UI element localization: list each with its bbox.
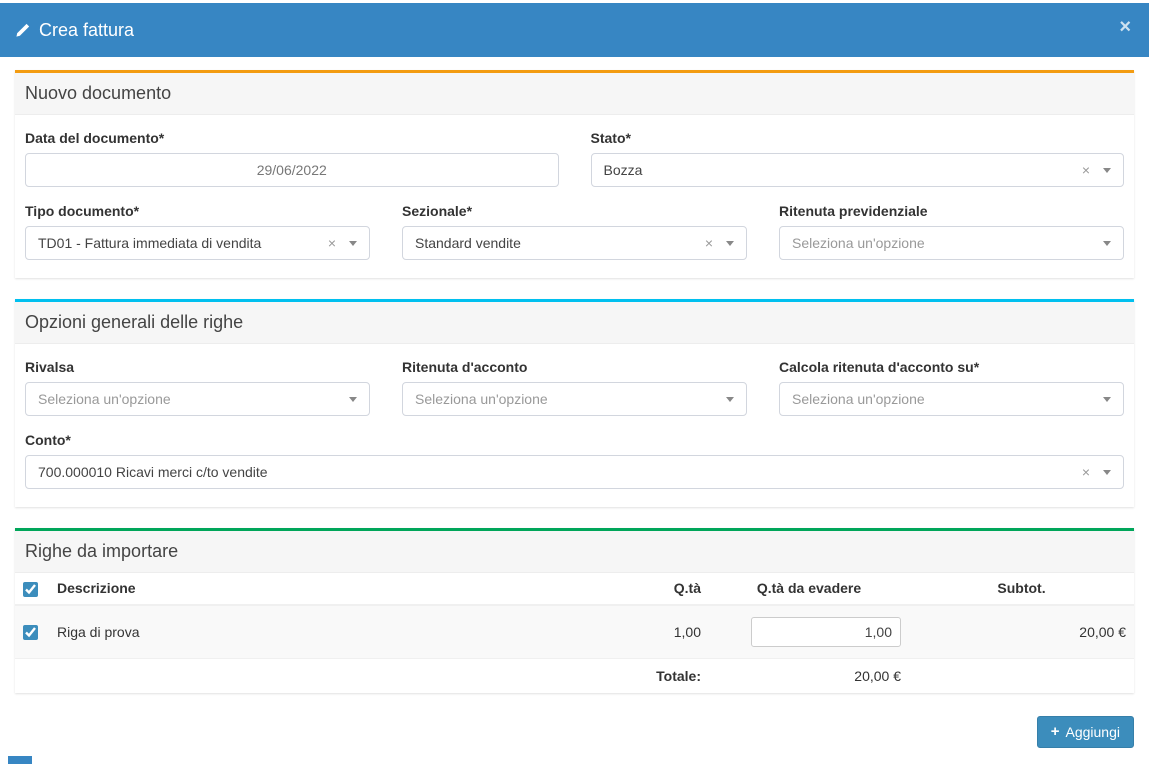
cell-qta: 1,00: [619, 605, 709, 659]
ritenuta-previdenziale-placeholder: Seleziona un'opzione: [792, 235, 1103, 251]
data-documento-input[interactable]: [25, 153, 559, 187]
conto-label: Conto*: [25, 432, 1124, 448]
chevron-down-icon: [726, 397, 734, 402]
tipo-documento-select-value: TD01 - Fattura immediata di vendita: [38, 235, 320, 251]
modal-title-text: Crea fattura: [39, 20, 134, 41]
rivalsa-select[interactable]: Seleziona un'opzione: [25, 382, 370, 416]
aggiungi-button-label: Aggiungi: [1066, 724, 1121, 740]
rivalsa-placeholder: Seleziona un'opzione: [38, 391, 349, 407]
chevron-down-icon: [1103, 470, 1111, 475]
ritenuta-acconto-select[interactable]: Seleziona un'opzione: [402, 382, 747, 416]
row-checkbox[interactable]: [23, 625, 38, 640]
pencil-icon: [15, 23, 30, 38]
section-nuovo-documento: Nuovo documento Data del documento* Stat…: [15, 70, 1134, 278]
stato-select[interactable]: Bozza ×: [591, 153, 1125, 187]
rivalsa-label: Rivalsa: [25, 359, 370, 375]
modal-title: Crea fattura: [15, 20, 134, 41]
field-tipo-documento: Tipo documento* TD01 - Fattura immediata…: [25, 203, 370, 260]
tipo-documento-label: Tipo documento*: [25, 203, 370, 219]
chevron-down-icon: [349, 241, 357, 246]
modal-actions: + Aggiungi: [0, 714, 1149, 763]
ritenuta-previdenziale-select[interactable]: Seleziona un'opzione: [779, 226, 1124, 260]
ritenuta-acconto-placeholder: Seleziona un'opzione: [415, 391, 726, 407]
righe-table: Descrizione Q.tà Q.tà da evadere Subtot.…: [15, 573, 1134, 693]
section-opzioni-generali: Opzioni generali delle righe Rivalsa Sel…: [15, 299, 1134, 507]
modal-header: Crea fattura ×: [0, 3, 1149, 57]
qta-da-evadere-input[interactable]: [751, 617, 901, 647]
totale-label: Totale:: [15, 658, 709, 693]
field-data-documento: Data del documento*: [25, 130, 559, 187]
section-body: Rivalsa Seleziona un'opzione Ritenuta d'…: [15, 344, 1134, 507]
background-page-artifact: [8, 756, 32, 764]
modal-body: Nuovo documento Data del documento* Stat…: [0, 57, 1149, 693]
clear-icon[interactable]: ×: [328, 236, 336, 250]
field-ritenuta-acconto: Ritenuta d'acconto Seleziona un'opzione: [402, 359, 747, 416]
table-footer-row: Totale: 20,00 €: [15, 658, 1134, 693]
field-sezionale: Sezionale* Standard vendite ×: [402, 203, 747, 260]
sezionale-label: Sezionale*: [402, 203, 747, 219]
section-body: Data del documento* Stato* Bozza × Tipo …: [15, 115, 1134, 278]
calcola-ritenuta-label: Calcola ritenuta d'acconto su*: [779, 359, 1124, 375]
field-stato: Stato* Bozza ×: [591, 130, 1125, 187]
section-title: Opzioni generali delle righe: [15, 302, 1134, 344]
sezionale-select-value: Standard vendite: [415, 235, 697, 251]
header-descrizione: Descrizione: [49, 573, 619, 605]
header-qta-da-evadere: Q.tà da evadere: [709, 573, 909, 605]
cell-subtot: 20,00 €: [909, 605, 1134, 659]
clear-icon[interactable]: ×: [1082, 163, 1090, 177]
calcola-ritenuta-select[interactable]: Seleziona un'opzione: [779, 382, 1124, 416]
header-subtot: Subtot.: [909, 573, 1134, 605]
close-icon[interactable]: ×: [1115, 15, 1135, 39]
chevron-down-icon: [1103, 168, 1111, 173]
select-all-checkbox[interactable]: [23, 582, 38, 597]
aggiungi-button[interactable]: + Aggiungi: [1037, 716, 1134, 748]
clear-icon[interactable]: ×: [705, 236, 713, 250]
ritenuta-acconto-label: Ritenuta d'acconto: [402, 359, 747, 375]
conto-select[interactable]: 700.000010 Ricavi merci c/to vendite ×: [25, 455, 1124, 489]
totale-value: 20,00 €: [709, 658, 909, 693]
section-title: Nuovo documento: [15, 73, 1134, 115]
header-qta: Q.tà: [619, 573, 709, 605]
table-header-row: Descrizione Q.tà Q.tà da evadere Subtot.: [15, 573, 1134, 605]
ritenuta-previdenziale-label: Ritenuta previdenziale: [779, 203, 1124, 219]
stato-label: Stato*: [591, 130, 1125, 146]
sezionale-select[interactable]: Standard vendite ×: [402, 226, 747, 260]
field-calcola-ritenuta: Calcola ritenuta d'acconto su* Seleziona…: [779, 359, 1124, 416]
chevron-down-icon: [1103, 397, 1111, 402]
chevron-down-icon: [1103, 241, 1111, 246]
section-righe-da-importare: Righe da importare Descrizione Q.tà Q.tà…: [15, 528, 1134, 693]
field-conto: Conto* 700.000010 Ricavi merci c/to vend…: [25, 432, 1124, 489]
cell-descrizione: Riga di prova: [49, 605, 619, 659]
stato-select-value: Bozza: [604, 162, 1074, 178]
plus-icon: +: [1051, 724, 1060, 739]
field-rivalsa: Rivalsa Seleziona un'opzione: [25, 359, 370, 416]
section-title: Righe da importare: [15, 531, 1134, 573]
tipo-documento-select[interactable]: TD01 - Fattura immediata di vendita ×: [25, 226, 370, 260]
chevron-down-icon: [349, 397, 357, 402]
table-row: Riga di prova 1,00 20,00 €: [15, 605, 1134, 659]
data-documento-label: Data del documento*: [25, 130, 559, 146]
chevron-down-icon: [726, 241, 734, 246]
calcola-ritenuta-placeholder: Seleziona un'opzione: [792, 391, 1103, 407]
clear-icon[interactable]: ×: [1082, 465, 1090, 479]
conto-select-value: 700.000010 Ricavi merci c/to vendite: [38, 464, 1074, 480]
field-ritenuta-previdenziale: Ritenuta previdenziale Seleziona un'opzi…: [779, 203, 1124, 260]
